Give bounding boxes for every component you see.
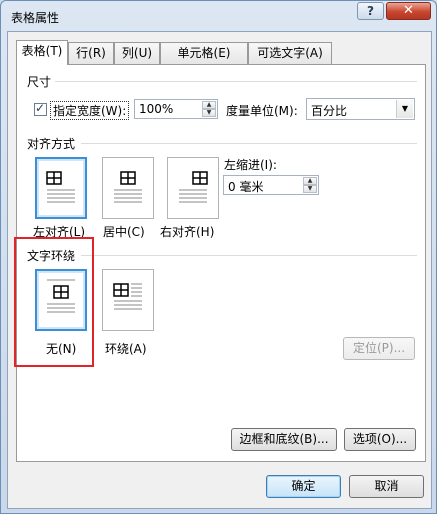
size-heading: 尺寸 bbox=[27, 75, 52, 89]
tab-column[interactable]: 列(U) bbox=[114, 42, 160, 64]
highlight-box bbox=[14, 237, 94, 367]
indent-spinner[interactable]: 0 毫米 ▲ ▼ bbox=[223, 175, 319, 195]
wrap-around-option[interactable] bbox=[102, 269, 154, 331]
wrap-around-label[interactable]: 环绕(A) bbox=[105, 340, 147, 357]
dialog-title: 表格属性 bbox=[11, 11, 60, 25]
width-value: 100% bbox=[139, 102, 174, 116]
preferred-width-checkbox[interactable] bbox=[34, 101, 47, 116]
measure-label: 度量单位(M): bbox=[226, 104, 298, 118]
measure-select[interactable]: 百分比 ▼ bbox=[306, 98, 415, 120]
wrapping-divider bbox=[81, 255, 417, 256]
close-button[interactable]: ✕ bbox=[386, 2, 431, 20]
borders-shading-button[interactable]: 边框和底纹(B)... bbox=[231, 428, 337, 451]
measure-value: 百分比 bbox=[311, 104, 348, 118]
title-bar[interactable]: 表格属性 ? ✕ bbox=[1, 1, 436, 31]
tab-row[interactable]: 行(R) bbox=[68, 42, 114, 64]
preferred-width-label[interactable]: 指定宽度(W): bbox=[50, 101, 130, 120]
align-right-icon bbox=[179, 171, 208, 203]
indent-label: 左缩进(I): bbox=[224, 158, 277, 172]
tab-cell[interactable]: 单元格(E) bbox=[160, 42, 248, 64]
positioning-button[interactable]: 定位(P)... bbox=[343, 337, 415, 360]
spin-down-icon[interactable]: ▼ bbox=[202, 109, 216, 117]
spin-up-icon[interactable]: ▲ bbox=[202, 101, 216, 109]
alignment-heading: 对齐方式 bbox=[27, 137, 76, 151]
chevron-down-icon[interactable]: ▼ bbox=[396, 100, 413, 118]
spin-up-icon[interactable]: ▲ bbox=[303, 177, 317, 185]
indent-value: 0 毫米 bbox=[228, 180, 264, 194]
indent-spin-arrows[interactable]: ▲ ▼ bbox=[303, 177, 317, 193]
width-spin-arrows[interactable]: ▲ ▼ bbox=[202, 101, 216, 117]
table-properties-dialog: 表格属性 ? ✕ 表格(T) 行(R) 列(U) 单元格(E) 可选文字(A) … bbox=[0, 0, 437, 514]
wrap-around-icon bbox=[113, 283, 142, 310]
alignment-divider bbox=[81, 143, 417, 144]
align-left-icon bbox=[46, 171, 75, 203]
align-right-label[interactable]: 右对齐(H) bbox=[160, 223, 214, 240]
tab-table[interactable]: 表格(T) bbox=[16, 40, 68, 65]
align-center-option[interactable] bbox=[102, 157, 154, 219]
align-left-option[interactable] bbox=[35, 157, 87, 219]
ok-button[interactable]: 确定 bbox=[266, 475, 341, 498]
align-center-label[interactable]: 居中(C) bbox=[103, 223, 145, 240]
help-button[interactable]: ? bbox=[357, 2, 384, 20]
tab-alt-text[interactable]: 可选文字(A) bbox=[248, 42, 332, 64]
align-right-option[interactable] bbox=[167, 157, 219, 219]
spin-down-icon[interactable]: ▼ bbox=[303, 185, 317, 193]
align-center-icon bbox=[114, 171, 142, 203]
options-button[interactable]: 选项(O)... bbox=[344, 428, 416, 451]
size-divider bbox=[55, 81, 417, 82]
cancel-button[interactable]: 取消 bbox=[349, 475, 424, 498]
width-spinner[interactable]: 100% ▲ ▼ bbox=[134, 99, 218, 119]
